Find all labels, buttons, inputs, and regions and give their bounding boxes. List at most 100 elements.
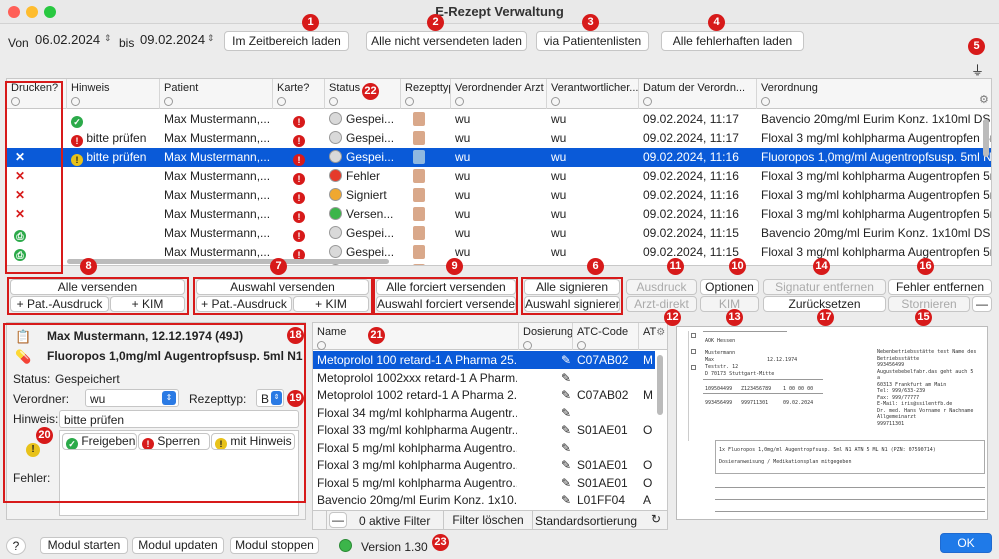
- med-scrollbar[interactable]: [657, 355, 663, 415]
- options-button[interactable]: Optionen: [700, 279, 759, 295]
- from-date-stepper[interactable]: ⇕: [104, 33, 112, 44]
- cell-order: FerApplic 50 mg/ml Disp. z.Inj/Inf.1x20m…: [757, 262, 991, 265]
- doc-first: Max: [705, 357, 715, 363]
- med-name: Floxal 5 mg/ml kohlpharma Augentro...: [317, 475, 517, 490]
- minimize-window-button[interactable]: [26, 6, 38, 18]
- horizontal-scrollbar[interactable]: [67, 259, 389, 264]
- doc-practice-line: Dr. med. Hans Vorname r Nachname: [877, 407, 974, 414]
- status-text: Gespei...: [346, 245, 395, 259]
- cell-card: !: [273, 186, 325, 205]
- close-window-button[interactable]: [8, 6, 20, 18]
- col-card[interactable]: Karte?: [273, 79, 325, 109]
- prescription-preview: AOK Hessen Mustermann Max 12.12.1974 Tes…: [676, 326, 988, 520]
- annotation-badge: 12: [664, 309, 681, 326]
- arzt-direkt-button[interactable]: Arzt-direkt: [626, 296, 697, 312]
- col-order[interactable]: Verordnung: [757, 79, 991, 109]
- edit-icon[interactable]: ✎: [561, 474, 571, 492]
- cell-order: Floxal 3 mg/ml kohlpharma Augentropfen 5…: [761, 207, 992, 221]
- med-col-name[interactable]: Name: [313, 323, 519, 350]
- table-row[interactable]: ✕ Max Mustermann,...! Versen... wu wu 09.02.2…: [7, 205, 992, 224]
- vertical-scrollbar[interactable]: [983, 119, 989, 157]
- hint-text: bitte prüfen: [86, 150, 147, 164]
- cell-patient: Max Mustermann,...: [164, 112, 271, 126]
- edit-icon[interactable]: ✎: [561, 491, 571, 509]
- med-list-item[interactable]: Floxal 34 mg/ml kohlpharma Augentr... ✎: [313, 404, 655, 422]
- module-update-button[interactable]: Modul updaten: [132, 537, 224, 554]
- filter-icon[interactable]: ⏚: [971, 60, 984, 79]
- doc-practice-line: Tel: 999/633-239: [877, 388, 926, 394]
- cell-prescriber: wu: [455, 112, 471, 126]
- card-missing-icon: !: [293, 211, 305, 223]
- check-icon: ✓: [71, 116, 83, 128]
- med-list-item[interactable]: Metoprolol 1002 retard-1 A Pharma 2... ✎ C…: [313, 386, 655, 404]
- edit-icon[interactable]: ✎: [561, 404, 571, 422]
- cell-rxtype: [401, 110, 451, 129]
- ok-button[interactable]: OK: [940, 533, 992, 553]
- table-row[interactable]: ⎙ Max Mustermann,...! Gespei... wu wu 09.02.2…: [7, 224, 991, 243]
- col-patient[interactable]: Patient: [160, 79, 273, 109]
- print-button[interactable]: Ausdruck: [626, 279, 697, 295]
- table-row[interactable]: ! bitte prüfen Max Mustermann,...! Gespei.…: [7, 129, 991, 148]
- remove-filter-button[interactable]: —: [329, 512, 347, 528]
- remove-signature-button[interactable]: Signatur entfernen: [763, 279, 886, 295]
- col-hint[interactable]: Hinweis: [67, 79, 160, 109]
- via-patient-lists-button[interactable]: via Patientenlisten: [536, 31, 649, 51]
- table-settings-icon[interactable]: ⚙: [979, 93, 989, 106]
- load-unsent-button[interactable]: Alle nicht versendeten laden: [366, 31, 527, 51]
- status-grey-icon: [329, 150, 342, 163]
- cell-order: Floxal 3 mg/ml kohlpharma Augentropfen 5…: [761, 169, 992, 183]
- edit-icon[interactable]: ✎: [561, 456, 571, 474]
- collapse-button[interactable]: —: [972, 296, 992, 312]
- table-row[interactable]: ✓ Max Mustermann,...! Gespei... wu wu 09.02.…: [7, 110, 991, 129]
- load-faulty-button[interactable]: Alle fehlerhaften laden: [661, 31, 804, 51]
- col-prescriber[interactable]: Verordnender Arzt: [451, 79, 547, 109]
- refresh-icon[interactable]: ↻: [651, 512, 661, 526]
- med-col-dosage[interactable]: Dosierung: [519, 323, 573, 350]
- med-list-item[interactable]: Floxal 5 mg/ml kohlpharma Augentro... ✎: [313, 439, 655, 457]
- med-list-item[interactable]: Metoprolol 1002xxx retard-1 A Pharm... ✎: [313, 369, 655, 387]
- med-list-item[interactable]: Floxal 33 mg/ml kohlpharma Augentr... ✎ S0…: [313, 421, 655, 439]
- annotation-box-print-column: [5, 81, 63, 274]
- col-responsible[interactable]: Verantwortlicher...: [547, 79, 639, 109]
- module-start-button[interactable]: Modul starten: [40, 537, 128, 554]
- to-label: bis: [119, 36, 135, 50]
- status-text: Signiert: [346, 188, 387, 202]
- annotation-badge: 4: [708, 14, 725, 31]
- cell-date: 09.02.2024, 11:16: [643, 188, 739, 202]
- col-rxtype[interactable]: Rezepttyp: [401, 79, 451, 109]
- edit-icon[interactable]: ✎: [561, 369, 571, 387]
- edit-icon[interactable]: ✎: [561, 439, 571, 457]
- med-list-item[interactable]: Floxal 5 mg/ml kohlpharma Augentro... ✎ S0…: [313, 474, 655, 492]
- col-date[interactable]: Datum der Verordn...: [639, 79, 757, 109]
- cell-prescriber: wu: [455, 169, 471, 183]
- edit-icon[interactable]: ✎: [561, 421, 571, 439]
- doc-ik: 109504499: [705, 386, 733, 392]
- zoom-window-button[interactable]: [44, 6, 56, 18]
- module-stop-button[interactable]: Modul stoppen: [230, 537, 319, 554]
- med-col-at[interactable]: AT⚙: [639, 323, 667, 350]
- table-row[interactable]: ✕ Max Mustermann,...! Signiert wu wu 09.02.20…: [7, 186, 991, 205]
- cell-responsible: wu: [551, 112, 567, 126]
- edit-icon[interactable]: ✎: [561, 351, 571, 369]
- doc-insurer: AOK Hessen: [705, 338, 736, 344]
- load-range-button[interactable]: Im Zeitbereich laden: [224, 31, 349, 51]
- annotation-badge: 19: [287, 390, 304, 407]
- med-settings-icon[interactable]: ⚙: [656, 327, 665, 338]
- table-row[interactable]: ✕! bitte prüfen Max Mustermann,...! Gespei…: [7, 148, 991, 167]
- cell-responsible: wu: [551, 226, 567, 240]
- annotation-badge: 8: [80, 258, 97, 275]
- med-col-atc[interactable]: ATC-Code: [573, 323, 639, 350]
- med-list-item[interactable]: Floxal 3 mg/ml kohlpharma Augentro... ✎ S0…: [313, 456, 655, 474]
- to-date-stepper[interactable]: ⇕: [207, 33, 215, 44]
- help-button[interactable]: ?: [6, 537, 26, 555]
- default-sort-button[interactable]: Standardsortierung: [535, 514, 637, 528]
- table-row[interactable]: ✕ Max Mustermann,...! Fehler wu wu 09.02.2024…: [7, 167, 992, 186]
- remove-errors-button[interactable]: Fehler entfernen: [888, 279, 992, 295]
- clear-filter-button[interactable]: Filter löschen: [443, 511, 533, 529]
- cancel-button[interactable]: Stornieren: [888, 296, 970, 312]
- edit-icon[interactable]: ✎: [561, 386, 571, 404]
- cell-order: Floxal 3 mg/ml kohlpharma Augentropfen 5…: [761, 245, 992, 259]
- med-list-item[interactable]: Bavencio 20mg/ml Eurim Konz. 1x10... ✎ L01…: [313, 491, 655, 509]
- med-list-item[interactable]: Metoprolol 100 retard-1 A Pharma 25... ✎ C…: [313, 351, 655, 369]
- annotation-badge: 11: [667, 258, 684, 275]
